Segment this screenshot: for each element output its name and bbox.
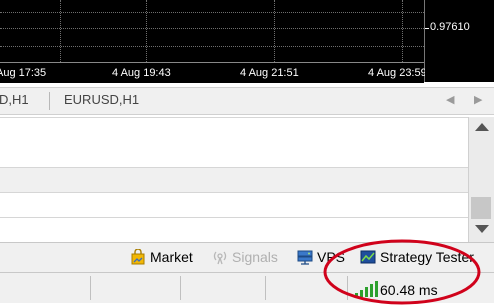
scroll-down-icon[interactable] [475,225,489,233]
highlight-ellipse [323,239,481,305]
grid-line [146,0,147,62]
signals-button[interactable]: Signals [212,249,278,265]
table-row[interactable] [0,167,468,193]
grid-hline [0,12,424,13]
time-axis: Aug 17:35 4 Aug 19:43 4 Aug 21:51 4 Aug … [0,62,427,83]
grid-line [274,0,275,62]
grid-hline [0,46,424,47]
time-label: 4 Aug 23:59 [368,67,427,79]
tab-separator [49,92,50,110]
chart-tabs: D,H1 EURUSD,H1 ◀ ▶ [0,87,494,115]
signal-antenna-icon [213,251,227,265]
time-label: 4 Aug 21:51 [240,67,299,79]
time-label: 4 Aug 19:43 [112,67,171,79]
tab-eurusd-h1[interactable]: EURUSD,H1 [64,92,139,107]
shopping-bag-icon [131,249,145,265]
tab-chart-partial[interactable]: D,H1 [0,92,29,107]
scroll-up-icon[interactable] [475,123,489,131]
vertical-scrollbar[interactable] [468,117,494,242]
time-label: Aug 17:35 [0,67,47,79]
price-tick [425,28,429,29]
tab-scroll-right-icon[interactable]: ▶ [474,93,482,106]
status-separator [180,276,181,300]
price-axis: 0.97610 [425,0,494,82]
row-separator [0,217,468,218]
price-chart[interactable]: Aug 17:35 4 Aug 19:43 4 Aug 21:51 4 Aug … [0,0,427,83]
signals-label: Signals [232,249,278,265]
status-separator [265,276,266,300]
grid-line [60,0,61,62]
grid-hline [0,28,424,29]
grid-line [402,0,403,62]
status-separator [90,276,91,300]
price-label: 0.97610 [430,21,470,33]
server-network-icon [297,250,313,265]
tab-scroll-left-icon[interactable]: ◀ [446,93,454,106]
market-button[interactable]: Market [130,249,193,265]
market-label: Market [150,249,193,265]
scroll-thumb[interactable] [471,197,491,219]
row-separator [0,117,468,118]
